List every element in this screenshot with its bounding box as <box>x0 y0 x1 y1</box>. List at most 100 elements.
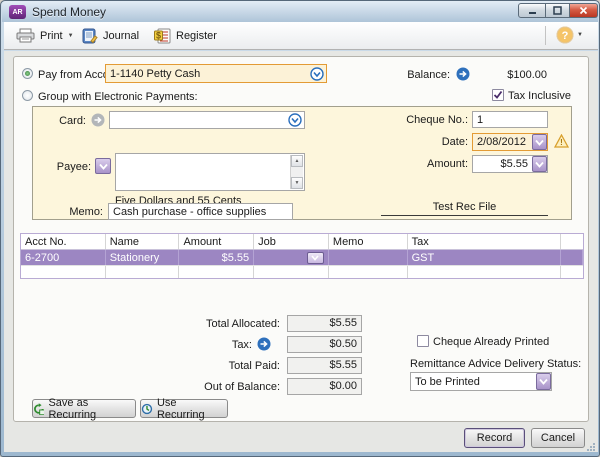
col-job[interactable]: Job <box>254 234 329 249</box>
tax-inclusive-checkbox[interactable] <box>492 89 504 101</box>
cell-amount[interactable]: $5.55 <box>179 250 255 265</box>
col-amount[interactable]: Amount <box>179 234 255 249</box>
remittance-label: Remittance Advice Delivery Status: <box>410 358 582 370</box>
cancel-button[interactable]: Cancel <box>531 428 585 448</box>
use-recurring-button[interactable]: Use Recurring <box>140 396 228 421</box>
scroll-up-icon[interactable]: ▲ <box>291 155 303 167</box>
svg-text:?: ? <box>562 30 569 42</box>
cell-blank <box>561 250 583 265</box>
table-row[interactable]: 6-2700 Stationery $5.55 GST <box>21 250 583 265</box>
account-value: 1-1140 Petty Cash <box>110 67 201 80</box>
help-button[interactable]: ? ▼ <box>556 26 583 44</box>
close-button[interactable] <box>570 3 598 18</box>
amount-field[interactable]: $5.55 <box>472 155 548 173</box>
register-icon: $ <box>154 28 171 43</box>
journal-label: Journal <box>103 29 140 42</box>
account-dropdown-icon[interactable] <box>310 66 324 81</box>
card-label: Card: <box>59 115 86 127</box>
allocation-table: Acct No. Name Amount Job Memo Tax 6-2700… <box>20 233 584 279</box>
memo-label: Memo: <box>69 206 103 218</box>
payee-dropdown-button[interactable] <box>95 158 111 174</box>
save-as-recurring-label: Save as Recurring <box>48 396 97 421</box>
cell-name[interactable]: Stationery <box>106 250 180 265</box>
total-paid-label: Total Paid: <box>228 360 280 372</box>
card-arrow-icon[interactable] <box>91 113 105 127</box>
maximize-button[interactable] <box>546 3 570 18</box>
use-recurring-label: Use Recurring <box>156 396 205 421</box>
print-button[interactable]: Print ▼ <box>12 25 78 46</box>
pay-from-account-radio[interactable] <box>22 68 33 79</box>
out-of-balance-label: Out of Balance: <box>204 381 280 393</box>
cell-memo[interactable] <box>329 250 408 265</box>
tax-arrow-icon[interactable] <box>257 337 271 351</box>
empty-cell <box>179 266 255 278</box>
toolbar: Print ▼ Journal $ Register ? ▼ <box>4 22 598 50</box>
card-combobox[interactable] <box>109 111 305 129</box>
app-icon: AR <box>9 5 26 19</box>
payee-scrollbar[interactable]: ▲ ▼ <box>290 155 303 189</box>
account-combobox[interactable]: 1-1140 Petty Cash <box>105 64 327 83</box>
minimize-button[interactable] <box>518 3 546 18</box>
save-recurring-icon <box>34 402 45 415</box>
table-header-row: Acct No. Name Amount Job Memo Tax <box>21 234 583 250</box>
rec-file-label: Test Rec File <box>432 201 497 213</box>
empty-cell <box>254 266 329 278</box>
spend-money-window: AR Spend Money Print ▼ Journal $ Registe… <box>0 0 600 457</box>
save-as-recurring-button[interactable]: Save as Recurring <box>32 396 136 421</box>
cell-job[interactable] <box>254 250 329 265</box>
amount-dropdown-icon[interactable] <box>532 156 547 172</box>
journal-button[interactable]: Journal <box>78 25 143 46</box>
signature-line <box>381 215 548 216</box>
job-dropdown-icon[interactable] <box>306 251 324 264</box>
empty-cell <box>408 266 562 278</box>
cheque-no-input[interactable] <box>472 111 548 128</box>
col-acct-no[interactable]: Acct No. <box>21 234 106 249</box>
register-button[interactable]: $ Register <box>150 25 221 46</box>
empty-cell <box>561 266 583 278</box>
payee-label: Payee: <box>56 161 91 173</box>
col-tax[interactable]: Tax <box>408 234 562 249</box>
help-dropdown-caret: ▼ <box>577 32 583 38</box>
total-allocated-label: Total Allocated: <box>206 318 280 330</box>
maximize-icon <box>553 6 562 15</box>
record-button[interactable]: Record <box>464 428 525 448</box>
svg-text:!: ! <box>560 138 563 147</box>
remittance-select[interactable]: To be Printed <box>410 372 552 391</box>
tax-inclusive-label: Tax Inclusive <box>508 90 571 102</box>
tax-label: Tax: <box>231 339 252 351</box>
table-empty-row[interactable] <box>21 265 583 278</box>
col-name[interactable]: Name <box>106 234 180 249</box>
toolbar-separator <box>545 26 546 45</box>
window-title: Spend Money <box>32 5 107 19</box>
scroll-down-icon[interactable]: ▼ <box>291 177 303 189</box>
remittance-dropdown-icon[interactable] <box>536 373 551 390</box>
print-dropdown-caret: ▼ <box>67 32 74 39</box>
memo-input[interactable] <box>108 203 293 220</box>
cheque-already-printed-checkbox[interactable] <box>417 335 429 347</box>
check-icon <box>493 90 503 99</box>
balance-label: Balance: <box>407 69 450 81</box>
minimize-icon <box>528 12 536 14</box>
balance-arrow-icon[interactable] <box>456 67 470 81</box>
empty-cell <box>106 266 180 278</box>
col-blank <box>561 234 583 249</box>
title-bar[interactable]: AR Spend Money <box>2 1 598 22</box>
use-recurring-icon <box>141 403 153 414</box>
resize-grip[interactable] <box>586 442 596 452</box>
date-picker[interactable]: 2/08/2012 <box>472 133 548 151</box>
empty-cell <box>21 266 106 278</box>
help-icon: ? <box>556 26 574 44</box>
printer-icon <box>16 28 35 43</box>
payee-textarea[interactable]: ▲ ▼ <box>115 153 305 191</box>
amount-value: $5.55 <box>500 158 528 170</box>
col-memo[interactable]: Memo <box>329 234 408 249</box>
cell-tax[interactable]: GST <box>408 250 562 265</box>
date-dropdown-icon[interactable] <box>532 134 547 150</box>
group-electronic-payments-radio[interactable] <box>22 90 33 101</box>
record-label: Record <box>476 432 513 444</box>
card-dropdown-icon[interactable] <box>288 113 302 127</box>
svg-text:$: $ <box>156 30 161 40</box>
remittance-value: To be Printed <box>415 375 480 388</box>
cell-acct-no[interactable]: 6-2700 <box>21 250 106 265</box>
close-icon <box>579 6 588 15</box>
